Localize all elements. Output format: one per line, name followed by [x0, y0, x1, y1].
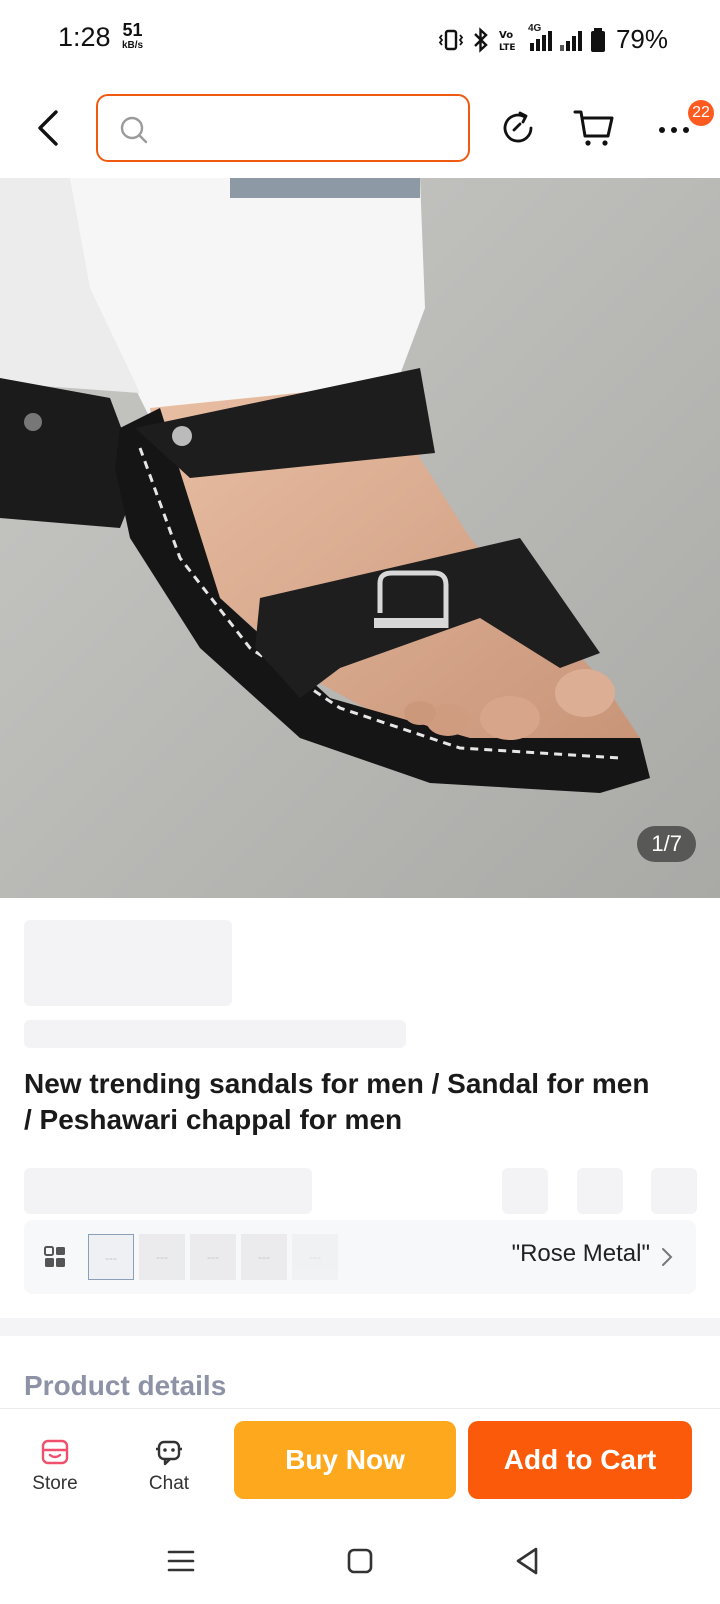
network-speed: 51 kB/s	[122, 20, 144, 54]
volte-icon: Vo LTE	[499, 30, 516, 53]
network-speed-value: 51	[122, 20, 143, 40]
history-icon[interactable]	[498, 108, 538, 148]
recents-menu-icon[interactable]	[164, 1544, 198, 1578]
cart-count-badge: 22	[688, 100, 714, 126]
signal-sim2-icon	[559, 29, 582, 51]
add-to-cart-button[interactable]: Add to Cart	[468, 1421, 692, 1499]
variant-selector[interactable]: --- --- --- --- --- "Rose Metal"	[24, 1220, 696, 1294]
store-icon	[41, 1439, 69, 1465]
variant-thumb[interactable]: ---	[139, 1234, 185, 1280]
network-type: 4G	[527, 22, 542, 34]
vibrate-icon	[438, 29, 464, 50]
battery-icon	[590, 27, 605, 52]
rating-skeleton	[24, 1168, 312, 1214]
battery-level: 79%	[615, 24, 668, 54]
chevron-right-icon	[662, 1248, 673, 1266]
svg-text:Vo: Vo	[499, 30, 513, 41]
chat-icon	[156, 1440, 182, 1466]
variant-grid-icon	[44, 1246, 65, 1267]
network-speed-unit: kB/s	[122, 40, 144, 51]
subprice-skeleton	[24, 1020, 406, 1048]
price-skeleton	[24, 920, 232, 1006]
status-time: 1:28	[58, 22, 111, 52]
action-skeleton-1	[502, 1168, 548, 1214]
search-icon	[120, 116, 148, 144]
variant-thumb[interactable]: ---	[292, 1234, 338, 1280]
bluetooth-icon	[474, 26, 488, 53]
search-input[interactable]	[158, 96, 458, 160]
bottom-action-bar: Store Chat Buy Now Add to Cart	[0, 1408, 720, 1518]
store-label: Store	[32, 1473, 78, 1494]
svg-text:LTE: LTE	[499, 43, 516, 53]
variant-thumb[interactable]: ---	[241, 1234, 287, 1280]
home-icon[interactable]	[343, 1544, 377, 1578]
action-skeleton-3	[651, 1168, 697, 1214]
back-arrow-icon[interactable]	[30, 106, 66, 150]
back-triangle-icon[interactable]	[510, 1544, 544, 1578]
variant-thumb[interactable]: ---	[88, 1234, 134, 1280]
signal-sim1-icon: 4G	[528, 23, 552, 51]
store-button[interactable]: Store	[10, 1437, 100, 1495]
status-icons: Vo LTE 4G 79%	[438, 23, 668, 55]
status-bar: 1:28 51 kB/s Vo LTE 4G 79%	[0, 0, 720, 78]
buy-now-button[interactable]: Buy Now	[234, 1421, 456, 1499]
chat-label: Chat	[148, 1473, 190, 1494]
cart-icon[interactable]	[572, 106, 616, 150]
top-navigation: 22	[0, 78, 720, 178]
selected-variant-label: "Rose Metal"	[511, 1240, 650, 1267]
search-box[interactable]	[96, 94, 470, 162]
product-photo	[0, 178, 720, 898]
image-counter: 1/7	[637, 826, 696, 862]
variant-thumb[interactable]: ---	[190, 1234, 236, 1280]
product-details-heading[interactable]: Product details	[24, 1370, 226, 1402]
action-skeleton-2	[577, 1168, 623, 1214]
system-navigation-bar	[0, 1518, 720, 1604]
chat-button[interactable]: Chat	[124, 1437, 214, 1495]
product-image-gallery[interactable]: 1/7	[0, 178, 720, 898]
section-divider	[0, 1318, 720, 1336]
product-title: New trending sandals for men / Sandal fo…	[24, 1068, 650, 1135]
